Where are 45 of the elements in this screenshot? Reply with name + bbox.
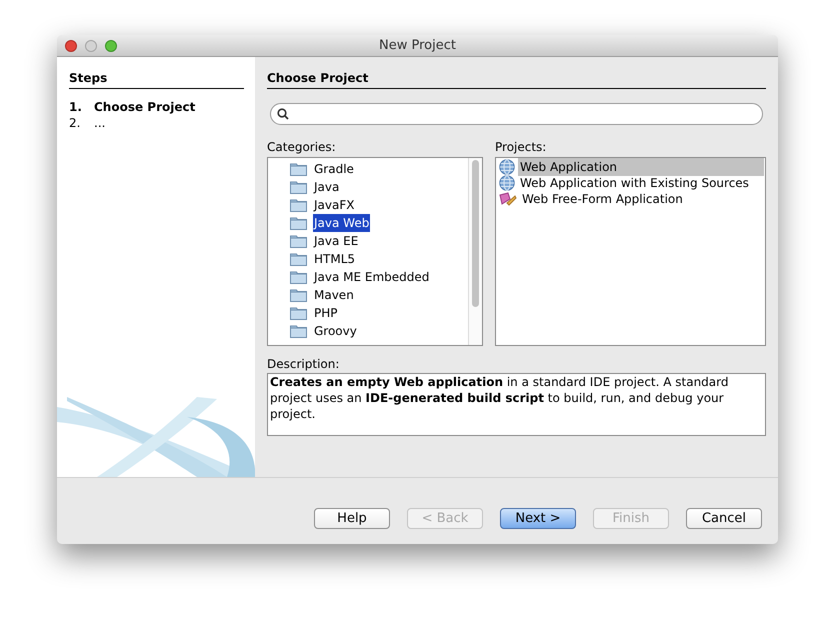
- project-item[interactable]: Web Application: [518, 158, 764, 176]
- folder-icon: [290, 180, 307, 194]
- category-item[interactable]: Java ME Embedded: [313, 268, 430, 286]
- category-item[interactable]: Java: [313, 178, 340, 196]
- step-item: 2. ...: [69, 115, 106, 131]
- folder-icon: [290, 234, 307, 248]
- project-item[interactable]: Web Free-Form Application: [520, 190, 764, 208]
- folder-icon: [290, 324, 307, 338]
- folder-icon: [290, 162, 307, 176]
- dialog-button[interactable]: Next >: [500, 508, 576, 529]
- description-label: Description:: [267, 356, 340, 372]
- globe-icon: [499, 175, 515, 191]
- window-title: New Project: [379, 36, 456, 55]
- folder-icon: [290, 198, 307, 212]
- folder-icon: [290, 306, 307, 320]
- category-item[interactable]: Gradle: [313, 160, 355, 178]
- globe-icon: [499, 159, 515, 175]
- zoom-button[interactable]: [105, 40, 117, 52]
- category-item[interactable]: PHP: [313, 304, 338, 322]
- project-item[interactable]: Web Application with Existing Sources: [518, 174, 764, 192]
- dialog-button[interactable]: Help: [314, 508, 390, 529]
- step-item: 1. Choose Project: [69, 99, 196, 115]
- categories-label: Categories:: [267, 139, 337, 155]
- pen-icon: [499, 192, 517, 206]
- close-button[interactable]: [65, 40, 77, 52]
- category-item[interactable]: JavaFX: [313, 196, 356, 214]
- folder-icon: [290, 216, 307, 230]
- description-text: Creates an empty Web application in a standard IDE project. A standard project uses an IDE-generated build script to build, run, and debug your project.: [270, 375, 728, 421]
- category-item[interactable]: HTML5: [313, 250, 356, 268]
- folder-icon: [290, 252, 307, 266]
- search-icon: [277, 108, 289, 120]
- minimize-button[interactable]: [85, 40, 97, 52]
- projects-label: Projects:: [495, 139, 548, 155]
- dialog-button[interactable]: Cancel: [686, 508, 762, 529]
- category-item[interactable]: Maven: [313, 286, 355, 304]
- category-item[interactable]: Groovy: [313, 322, 358, 340]
- panel-heading: Choose Project: [267, 69, 766, 89]
- folder-icon: [290, 288, 307, 302]
- category-item[interactable]: Java Web: [313, 214, 370, 232]
- scrollbar-thumb[interactable]: [472, 160, 479, 307]
- folder-icon: [290, 270, 307, 284]
- search-field[interactable]: [270, 103, 763, 125]
- category-item[interactable]: Java EE: [313, 232, 360, 250]
- steps-heading: Steps: [69, 69, 244, 89]
- scrollbar[interactable]: [468, 158, 482, 345]
